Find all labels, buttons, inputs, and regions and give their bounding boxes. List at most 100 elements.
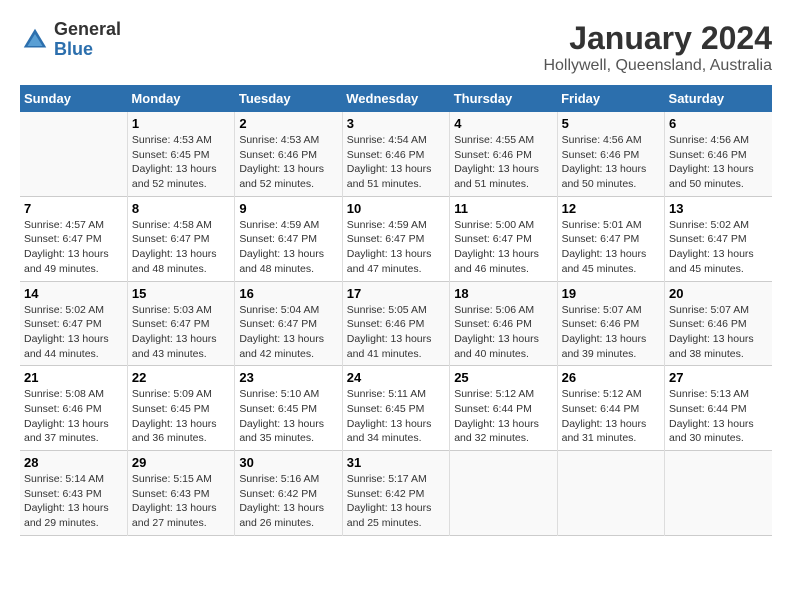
day-number: 11 — [454, 201, 552, 216]
calendar-cell: 18 Sunrise: 5:06 AMSunset: 6:46 PMDayligh… — [450, 281, 557, 366]
calendar-cell: 9 Sunrise: 4:59 AMSunset: 6:47 PMDaylight… — [235, 196, 342, 281]
day-info: Sunrise: 5:16 AMSunset: 6:42 PMDaylight:… — [239, 472, 337, 531]
day-number: 3 — [347, 116, 445, 131]
calendar-cell: 21Sunrise: 5:08 AMSunset: 6:46 PMDayligh… — [20, 366, 127, 451]
column-header-friday: Friday — [557, 85, 664, 112]
calendar-cell: 14Sunrise: 5:02 AMSunset: 6:47 PMDayligh… — [20, 281, 127, 366]
day-info: Sunrise: 5:02 AMSunset: 6:47 PMDaylight:… — [669, 218, 768, 277]
calendar-cell: 13 Sunrise: 5:02 AMSunset: 6:47 PMDayligh… — [665, 196, 772, 281]
day-info: Sunrise: 4:56 AMSunset: 6:46 PMDaylight:… — [562, 133, 660, 192]
day-info: Sunrise: 5:06 AMSunset: 6:46 PMDaylight:… — [454, 303, 552, 362]
day-info: Sunrise: 5:14 AMSunset: 6:43 PMDaylight:… — [24, 472, 123, 531]
calendar-cell: 5 Sunrise: 4:56 AMSunset: 6:46 PMDaylight… — [557, 112, 664, 196]
day-info: Sunrise: 5:05 AMSunset: 6:46 PMDaylight:… — [347, 303, 445, 362]
calendar-cell: 27Sunrise: 5:13 AMSunset: 6:44 PMDayligh… — [665, 366, 772, 451]
day-info: Sunrise: 5:03 AMSunset: 6:47 PMDaylight:… — [132, 303, 230, 362]
day-info: Sunrise: 5:04 AMSunset: 6:47 PMDaylight:… — [239, 303, 337, 362]
logo: General Blue — [20, 20, 121, 60]
week-row-3: 21Sunrise: 5:08 AMSunset: 6:46 PMDayligh… — [20, 366, 772, 451]
column-header-saturday: Saturday — [665, 85, 772, 112]
calendar-cell: 17 Sunrise: 5:05 AMSunset: 6:46 PMDayligh… — [342, 281, 449, 366]
day-info: Sunrise: 4:55 AMSunset: 6:46 PMDaylight:… — [454, 133, 552, 192]
header-row: SundayMondayTuesdayWednesdayThursdayFrid… — [20, 85, 772, 112]
calendar-cell: 6Sunrise: 4:56 AMSunset: 6:46 PMDaylight… — [665, 112, 772, 196]
calendar-cell — [20, 112, 127, 196]
day-info: Sunrise: 5:15 AMSunset: 6:43 PMDaylight:… — [132, 472, 230, 531]
day-number: 13 — [669, 201, 768, 216]
day-number: 20 — [669, 286, 768, 301]
calendar-cell: 2 Sunrise: 4:53 AMSunset: 6:46 PMDaylight… — [235, 112, 342, 196]
day-info: Sunrise: 4:54 AMSunset: 6:46 PMDaylight:… — [347, 133, 445, 192]
day-number: 17 — [347, 286, 445, 301]
week-row-1: 7 Sunrise: 4:57 AMSunset: 6:47 PMDaylight… — [20, 196, 772, 281]
day-number: 19 — [562, 286, 660, 301]
day-number: 9 — [239, 201, 337, 216]
day-info: Sunrise: 5:12 AMSunset: 6:44 PMDaylight:… — [562, 387, 660, 446]
day-info: Sunrise: 5:01 AMSunset: 6:47 PMDaylight:… — [562, 218, 660, 277]
day-number: 8 — [132, 201, 230, 216]
calendar-cell: 25Sunrise: 5:12 AMSunset: 6:44 PMDayligh… — [450, 366, 557, 451]
day-number: 22 — [132, 370, 230, 385]
day-info: Sunrise: 5:02 AMSunset: 6:47 PMDaylight:… — [24, 303, 123, 362]
day-info: Sunrise: 5:00 AMSunset: 6:47 PMDaylight:… — [454, 218, 552, 277]
week-row-4: 28Sunrise: 5:14 AMSunset: 6:43 PMDayligh… — [20, 451, 772, 536]
calendar-cell: 23Sunrise: 5:10 AMSunset: 6:45 PMDayligh… — [235, 366, 342, 451]
day-info: Sunrise: 5:17 AMSunset: 6:42 PMDaylight:… — [347, 472, 445, 531]
day-number: 10 — [347, 201, 445, 216]
day-info: Sunrise: 4:53 AMSunset: 6:45 PMDaylight:… — [132, 133, 230, 192]
day-info: Sunrise: 4:56 AMSunset: 6:46 PMDaylight:… — [669, 133, 768, 192]
calendar-cell: 10 Sunrise: 4:59 AMSunset: 6:47 PMDayligh… — [342, 196, 449, 281]
calendar-cell: 11 Sunrise: 5:00 AMSunset: 6:47 PMDayligh… — [450, 196, 557, 281]
day-info: Sunrise: 4:53 AMSunset: 6:46 PMDaylight:… — [239, 133, 337, 192]
day-info: Sunrise: 5:09 AMSunset: 6:45 PMDaylight:… — [132, 387, 230, 446]
day-number: 18 — [454, 286, 552, 301]
calendar-cell: 7 Sunrise: 4:57 AMSunset: 6:47 PMDaylight… — [20, 196, 127, 281]
calendar-cell — [450, 451, 557, 536]
column-header-monday: Monday — [127, 85, 234, 112]
day-info: Sunrise: 5:10 AMSunset: 6:45 PMDaylight:… — [239, 387, 337, 446]
calendar-cell: 3 Sunrise: 4:54 AMSunset: 6:46 PMDaylight… — [342, 112, 449, 196]
day-number: 15 — [132, 286, 230, 301]
day-number: 25 — [454, 370, 552, 385]
logo-icon — [20, 25, 50, 55]
week-row-2: 14Sunrise: 5:02 AMSunset: 6:47 PMDayligh… — [20, 281, 772, 366]
column-header-sunday: Sunday — [20, 85, 127, 112]
calendar-cell: 19 Sunrise: 5:07 AMSunset: 6:46 PMDayligh… — [557, 281, 664, 366]
day-info: Sunrise: 5:08 AMSunset: 6:46 PMDaylight:… — [24, 387, 123, 446]
calendar-cell: 1 Sunrise: 4:53 AMSunset: 6:45 PMDaylight… — [127, 112, 234, 196]
calendar-cell: 15 Sunrise: 5:03 AMSunset: 6:47 PMDayligh… — [127, 281, 234, 366]
calendar-cell: 30Sunrise: 5:16 AMSunset: 6:42 PMDayligh… — [235, 451, 342, 536]
calendar-cell — [665, 451, 772, 536]
day-number: 5 — [562, 116, 660, 131]
calendar-cell: 24Sunrise: 5:11 AMSunset: 6:45 PMDayligh… — [342, 366, 449, 451]
day-info: Sunrise: 5:07 AMSunset: 6:46 PMDaylight:… — [562, 303, 660, 362]
day-info: Sunrise: 4:58 AMSunset: 6:47 PMDaylight:… — [132, 218, 230, 277]
day-info: Sunrise: 4:57 AMSunset: 6:47 PMDaylight:… — [24, 218, 123, 277]
day-number: 26 — [562, 370, 660, 385]
calendar-cell: 28Sunrise: 5:14 AMSunset: 6:43 PMDayligh… — [20, 451, 127, 536]
calendar-cell: 26 Sunrise: 5:12 AMSunset: 6:44 PMDayligh… — [557, 366, 664, 451]
calendar-cell: 22 Sunrise: 5:09 AMSunset: 6:45 PMDayligh… — [127, 366, 234, 451]
day-number: 2 — [239, 116, 337, 131]
day-number: 29 — [132, 455, 230, 470]
week-row-0: 1 Sunrise: 4:53 AMSunset: 6:45 PMDaylight… — [20, 112, 772, 196]
title-area: January 2024 Hollywell, Queensland, Aust… — [543, 20, 772, 75]
calendar-cell: 29 Sunrise: 5:15 AMSunset: 6:43 PMDayligh… — [127, 451, 234, 536]
day-number: 12 — [562, 201, 660, 216]
day-info: Sunrise: 4:59 AMSunset: 6:47 PMDaylight:… — [239, 218, 337, 277]
calendar-cell: 16Sunrise: 5:04 AMSunset: 6:47 PMDayligh… — [235, 281, 342, 366]
day-number: 1 — [132, 116, 230, 131]
calendar-title: January 2024 — [543, 20, 772, 57]
day-info: Sunrise: 4:59 AMSunset: 6:47 PMDaylight:… — [347, 218, 445, 277]
calendar-table: SundayMondayTuesdayWednesdayThursdayFrid… — [20, 85, 772, 536]
header: General Blue January 2024 Hollywell, Que… — [20, 20, 772, 75]
logo-text: General Blue — [54, 20, 121, 60]
day-number: 7 — [24, 201, 123, 216]
column-header-tuesday: Tuesday — [235, 85, 342, 112]
column-header-wednesday: Wednesday — [342, 85, 449, 112]
day-number: 4 — [454, 116, 552, 131]
day-number: 31 — [347, 455, 445, 470]
calendar-cell — [557, 451, 664, 536]
column-header-thursday: Thursday — [450, 85, 557, 112]
day-info: Sunrise: 5:13 AMSunset: 6:44 PMDaylight:… — [669, 387, 768, 446]
